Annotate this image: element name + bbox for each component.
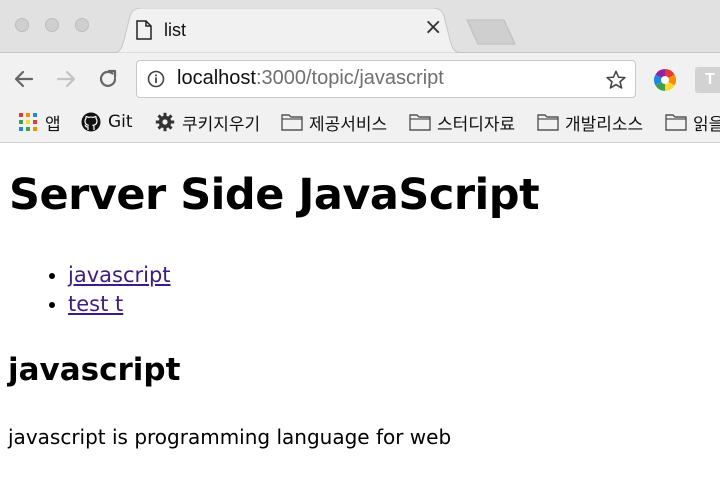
topic-description: javascript is programming language for w… <box>8 425 452 449</box>
list-item: javascript <box>68 261 171 290</box>
new-tab-button[interactable] <box>466 19 516 45</box>
address-bar[interactable]: localhost:3000/topic/javascript <box>136 60 636 98</box>
window-zoom-button[interactable] <box>75 18 89 32</box>
reload-button[interactable] <box>94 65 122 93</box>
forward-button[interactable] <box>52 65 80 93</box>
bookmark-cookie-clear[interactable]: 쿠키지우기 <box>154 109 260 135</box>
bookmark-star-icon[interactable] <box>605 69 627 91</box>
window-minimize-button[interactable] <box>45 18 59 32</box>
bookmark-folder-services[interactable]: 제공서비스 <box>281 109 387 135</box>
bookmark-apps[interactable]: 앱 <box>17 109 61 135</box>
topic-title: javascript <box>8 352 181 388</box>
bookmark-folder-read[interactable]: 읽을 <box>665 109 720 135</box>
topic-link-test[interactable]: test t <box>68 292 123 316</box>
folder-icon <box>281 114 303 131</box>
browser-chrome: list × localhost:3000/topic/javascript T… <box>0 0 720 143</box>
github-icon <box>81 112 101 132</box>
topic-link-javascript[interactable]: javascript <box>68 263 171 287</box>
toolbar: localhost:3000/topic/javascript <box>0 53 720 106</box>
bookmark-folder-study[interactable]: 스터디자료 <box>409 109 515 135</box>
folder-icon <box>409 114 431 131</box>
reload-icon <box>99 69 117 87</box>
bookmark-label: 스터디자료 <box>437 114 516 135</box>
bookmark-label: 읽을 <box>693 114 720 135</box>
bookmark-label: 개발리소스 <box>565 114 644 135</box>
url-host: localhost <box>177 67 256 89</box>
apps-grid-icon <box>19 113 37 131</box>
bookmark-label: 제공서비스 <box>309 114 388 135</box>
window-close-button[interactable] <box>15 18 29 32</box>
arrow-left-icon <box>14 70 34 88</box>
info-icon[interactable] <box>147 70 165 88</box>
folder-icon <box>665 114 687 131</box>
tab-close-icon[interactable]: × <box>424 17 442 39</box>
topic-list: javascript test t <box>40 261 171 319</box>
arrow-right-icon <box>56 70 76 88</box>
bookmark-folder-dev-resources[interactable]: 개발리소스 <box>537 109 643 135</box>
tab-title: list <box>164 20 186 40</box>
bookmark-git[interactable]: Git <box>80 109 133 135</box>
back-button[interactable] <box>10 65 38 93</box>
page-content: Server Side JavaScript javascript test t… <box>0 143 720 500</box>
color-wheel-extension-icon[interactable] <box>653 68 677 92</box>
tab-strip: list × <box>0 0 720 53</box>
page-title: Server Side JavaScript <box>9 170 540 220</box>
folder-icon <box>537 114 559 131</box>
bookmark-label: 앱 <box>45 114 61 135</box>
bookmark-label: Git <box>108 112 133 132</box>
bookmarks-bar: 앱 Git 쿠키지우기 제공서비스 스터디자료 개발리소스 읽을 <box>0 106 720 138</box>
list-item: test t <box>68 290 171 319</box>
bookmark-label: 쿠키지우기 <box>182 114 261 135</box>
extension-t-button[interactable]: T <box>695 67 720 93</box>
url-text[interactable]: localhost:3000/topic/javascript <box>177 67 444 90</box>
document-icon <box>136 20 152 40</box>
gear-icon <box>155 112 175 132</box>
tab-active[interactable]: list × <box>112 8 462 53</box>
url-path: :3000/topic/javascript <box>255 67 444 89</box>
